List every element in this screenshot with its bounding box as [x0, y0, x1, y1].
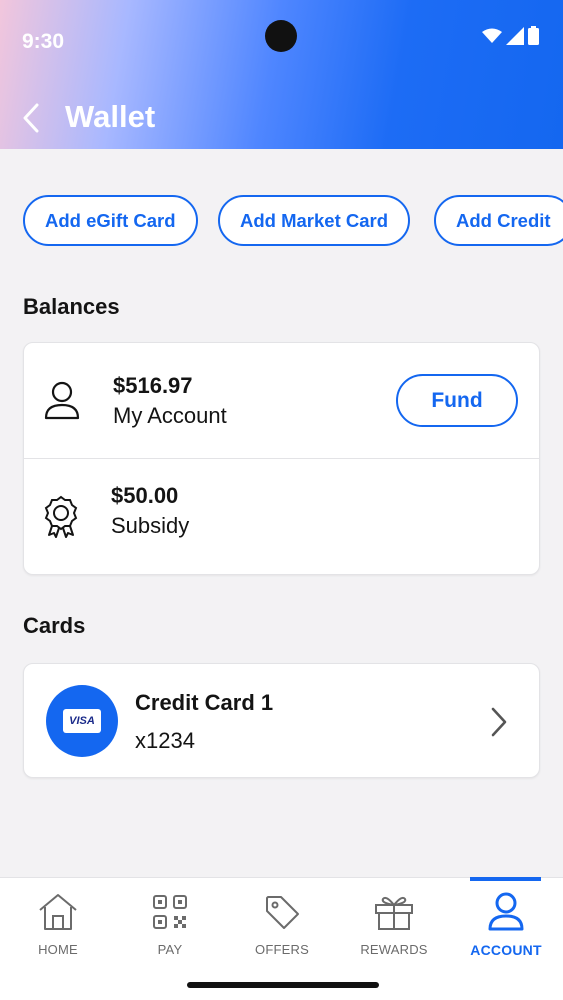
nav-label-account: ACCOUNT	[470, 942, 542, 958]
nav-account[interactable]: ACCOUNT	[450, 878, 562, 968]
balance-row-subsidy: $50.00 Subsidy	[24, 459, 539, 576]
app-header: 9:30 Wallet	[0, 0, 563, 149]
nav-offers[interactable]: OFFERS	[226, 878, 338, 968]
subsidy-balance-label: Subsidy	[111, 513, 190, 538]
back-button[interactable]	[14, 98, 48, 138]
nav-rewards[interactable]: REWARDS	[338, 878, 450, 968]
nav-label-offers: OFFERS	[255, 942, 309, 957]
balances-card: $516.97 My Account Fund $50.00 Subsidy	[23, 342, 540, 575]
nav-label-rewards: REWARDS	[360, 942, 428, 957]
home-icon	[39, 894, 77, 930]
wallet-actions: Add eGift Card Add Market Card Add Credi…	[23, 195, 563, 247]
add-credit-button[interactable]: Add Credit	[434, 195, 563, 246]
status-icons	[482, 26, 539, 45]
card-item[interactable]: VISA Credit Card 1 x1234	[23, 663, 540, 778]
nav-home[interactable]: HOME	[2, 878, 114, 968]
balances-heading: Balances	[23, 294, 120, 319]
cards-heading: Cards	[23, 613, 86, 638]
fund-button[interactable]: Fund	[396, 374, 518, 427]
battery-icon	[528, 26, 539, 45]
page-title: Wallet	[65, 99, 156, 134]
qr-code-icon	[153, 895, 187, 929]
add-egift-card-button[interactable]: Add eGift Card	[23, 195, 198, 246]
add-market-card-button[interactable]: Add Market Card	[218, 195, 411, 246]
gift-icon	[375, 896, 413, 930]
account-icon	[488, 892, 524, 931]
chevron-left-icon	[23, 103, 39, 133]
nav-label-pay: PAY	[157, 942, 183, 957]
person-icon	[44, 381, 80, 420]
tag-icon	[266, 896, 299, 929]
nav-pay[interactable]: PAY	[114, 878, 226, 968]
wifi-icon	[482, 28, 502, 43]
account-balance-amount: $516.97	[113, 373, 193, 398]
status-time: 9:30	[22, 30, 65, 53]
camera-cutout	[265, 20, 297, 52]
account-balance-label: My Account	[113, 403, 227, 428]
nav-label-home: HOME	[38, 942, 78, 957]
signal-icon	[506, 26, 524, 45]
card-brand-icon: VISA	[46, 685, 118, 757]
chevron-right-icon	[491, 707, 507, 737]
subsidy-balance-amount: $50.00	[111, 483, 179, 508]
balance-row-account: $516.97 My Account Fund	[24, 343, 539, 458]
card-name: Credit Card 1	[135, 690, 274, 715]
visa-logo: VISA	[63, 709, 101, 733]
award-icon	[44, 495, 78, 538]
home-indicator[interactable]	[187, 982, 379, 988]
card-number: x1234	[135, 728, 195, 753]
